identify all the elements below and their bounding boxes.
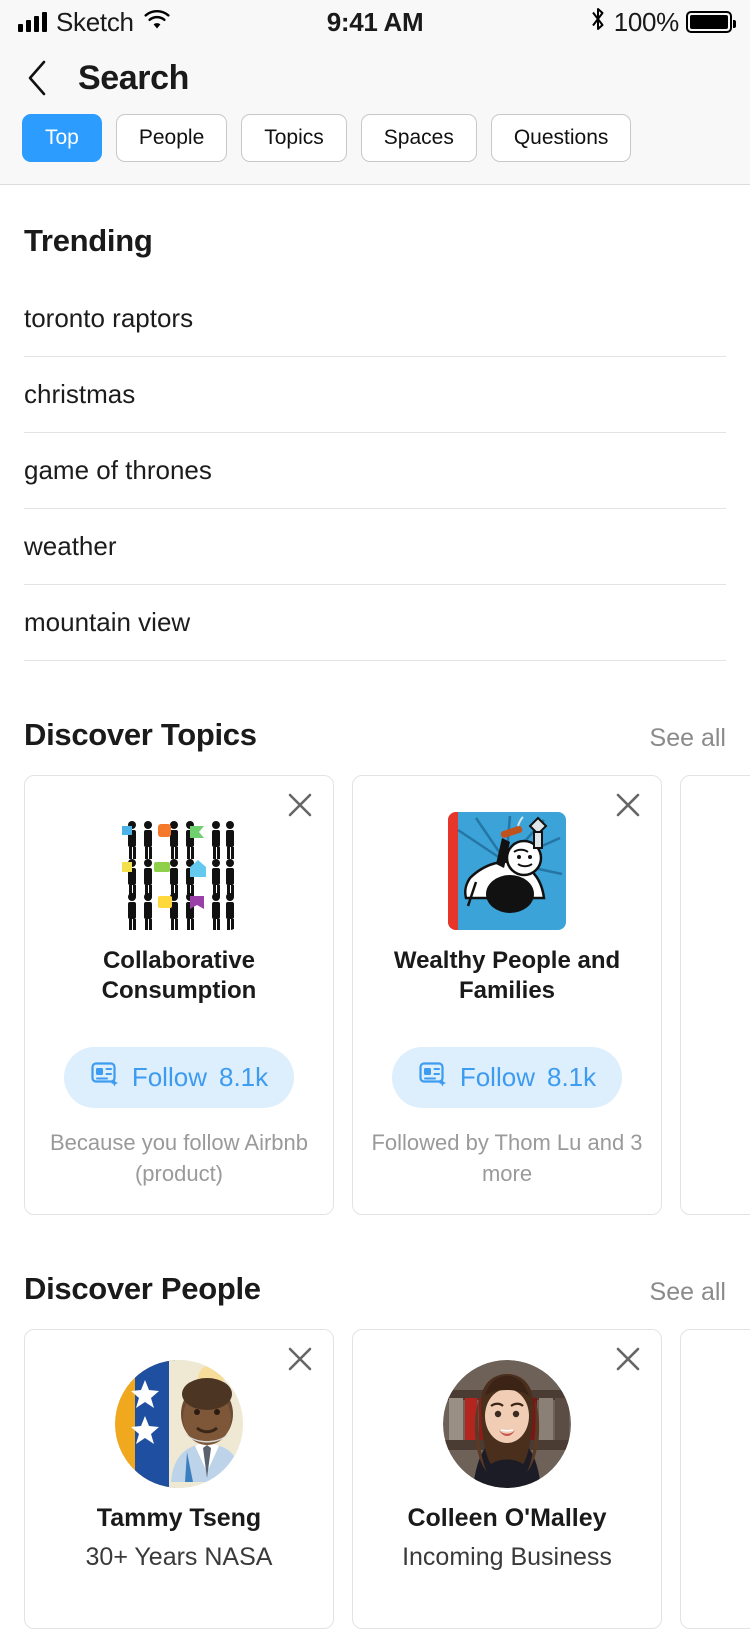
status-bar-right: 100% xyxy=(423,6,732,39)
battery-full-icon xyxy=(686,11,732,33)
tab-topics[interactable]: Topics xyxy=(241,114,347,162)
tab-spaces[interactable]: Spaces xyxy=(361,114,477,162)
follower-count: 8.1k xyxy=(547,1062,596,1093)
chevron-left-icon xyxy=(26,59,48,97)
topic-name: Collaborative Consumption xyxy=(43,946,315,1006)
trending-title: Trending xyxy=(24,223,726,259)
discover-people-header: Discover People See all xyxy=(0,1271,750,1307)
tab-questions[interactable]: Questions xyxy=(491,114,632,162)
tab-people[interactable]: People xyxy=(116,114,227,162)
dismiss-button[interactable] xyxy=(611,790,645,824)
topic-card[interactable]: Wealthy People and Families Follow 8.1k xyxy=(352,775,662,1215)
discover-people-title: Discover People xyxy=(24,1271,261,1307)
follower-count: 8.1k xyxy=(219,1062,268,1093)
trending-section: Trending toronto raptors christmas game … xyxy=(0,185,750,661)
person-card[interactable]: Colleen O'Malley Incoming Business xyxy=(352,1329,662,1629)
person-card[interactable]: Tammy Tseng 30+ Years NASA xyxy=(24,1329,334,1629)
see-all-topics-link[interactable]: See all xyxy=(650,724,726,753)
person-bio: Incoming Business xyxy=(402,1541,612,1575)
close-icon xyxy=(285,1344,315,1379)
list-item[interactable]: weather xyxy=(24,509,726,585)
person-name: Colleen O'Malley xyxy=(407,1504,606,1533)
feed-add-icon xyxy=(418,1060,448,1095)
topic-reason: Because you follow Airbnb (product) xyxy=(43,1128,315,1190)
topic-image xyxy=(448,812,566,930)
discover-topics-rail[interactable]: Collaborative Consumption Follow 8.1k B xyxy=(0,753,750,1215)
close-icon xyxy=(613,790,643,825)
battery-percent-label: 100% xyxy=(614,7,679,38)
page-title: Search xyxy=(78,59,189,98)
list-item[interactable]: christmas xyxy=(24,357,726,433)
cellular-bars-icon xyxy=(18,12,47,32)
topic-card[interactable]: Collaborative Consumption Follow 8.1k B xyxy=(24,775,334,1215)
topic-card[interactable]: F xyxy=(680,775,750,1215)
person-card[interactable] xyxy=(680,1329,750,1629)
back-button[interactable] xyxy=(22,56,52,100)
bluetooth-icon xyxy=(589,6,607,39)
search-filter-tabs: Top People Topics Spaces Questions xyxy=(0,100,750,185)
follow-button[interactable]: Follow 8.1k xyxy=(392,1047,622,1108)
feed-add-icon xyxy=(90,1060,120,1095)
follow-button[interactable]: Follow 8.1k xyxy=(64,1047,294,1108)
close-icon xyxy=(285,790,315,825)
person-bio: 30+ Years NASA xyxy=(86,1541,273,1575)
discover-topics-title: Discover Topics xyxy=(24,717,257,753)
discover-people-rail[interactable]: Tammy Tseng 30+ Years NASA xyxy=(0,1307,750,1629)
follow-label: Follow xyxy=(460,1062,535,1093)
topic-image xyxy=(120,812,238,930)
dismiss-button[interactable] xyxy=(283,790,317,824)
avatar xyxy=(443,1360,571,1488)
person-name: Tammy Tseng xyxy=(97,1504,261,1533)
list-item[interactable]: game of thrones xyxy=(24,433,726,509)
search-content: Trending toronto raptors christmas game … xyxy=(0,185,750,1629)
discover-topics-header: Discover Topics See all xyxy=(0,717,750,753)
follow-label: Follow xyxy=(132,1062,207,1093)
avatar xyxy=(115,1360,243,1488)
dismiss-button[interactable] xyxy=(283,1344,317,1378)
list-item[interactable]: mountain view xyxy=(24,585,726,661)
dismiss-button[interactable] xyxy=(611,1344,645,1378)
list-item[interactable]: toronto raptors xyxy=(24,281,726,357)
topic-reason: Followed by Thom Lu and 3 more xyxy=(371,1128,643,1190)
status-bar-left: Sketch xyxy=(18,7,327,38)
close-icon xyxy=(613,1344,643,1379)
carrier-label: Sketch xyxy=(56,7,134,38)
navigation-bar: Search xyxy=(0,44,750,100)
trending-list: toronto raptors christmas game of throne… xyxy=(24,281,726,661)
status-bar: Sketch 9:41 AM 100% xyxy=(0,0,750,44)
tab-top[interactable]: Top xyxy=(22,114,102,162)
see-all-people-link[interactable]: See all xyxy=(650,1278,726,1307)
wifi-icon xyxy=(143,7,171,38)
topic-name: Wealthy People and Families xyxy=(371,946,643,1006)
clock: 9:41 AM xyxy=(327,7,424,38)
